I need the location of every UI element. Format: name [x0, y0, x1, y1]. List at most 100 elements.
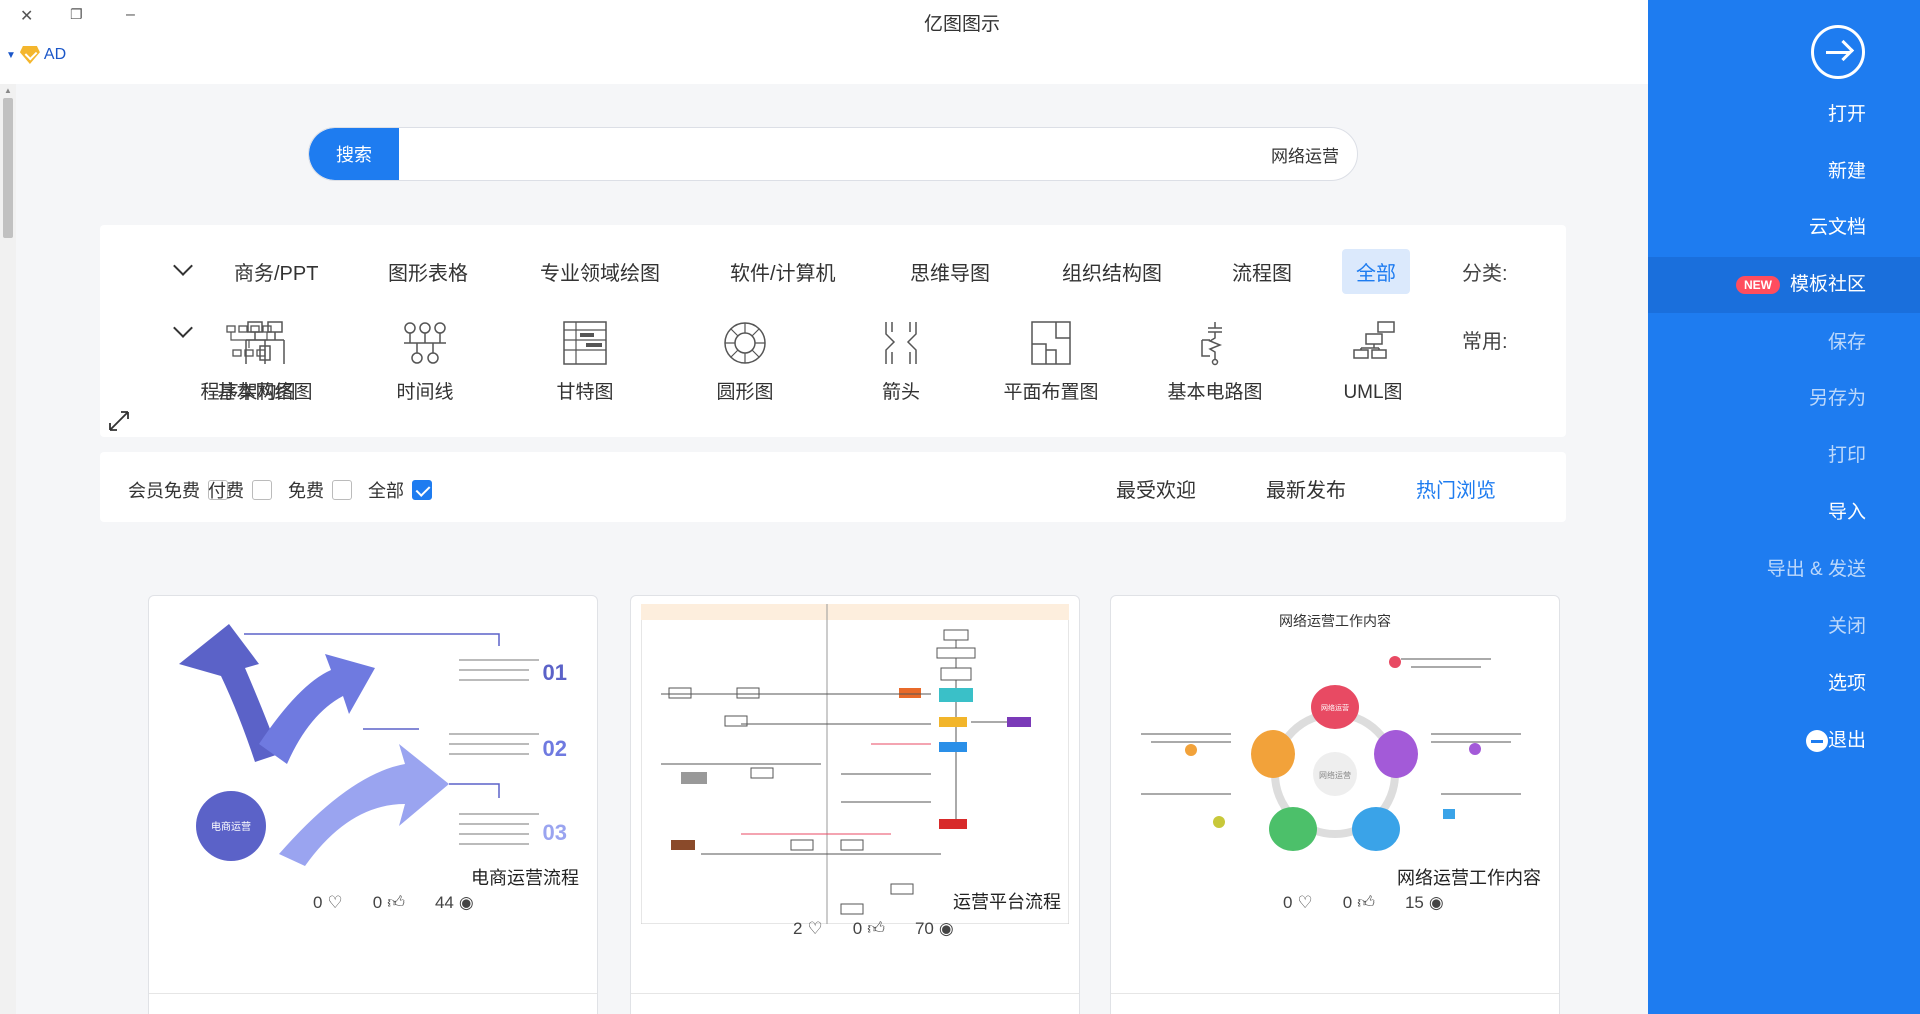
search-bar: 搜索	[308, 127, 1358, 181]
sidebar-item-close[interactable]: 关闭	[1648, 599, 1920, 655]
filter-all[interactable]: 全部	[368, 477, 432, 503]
sidebar-item-import[interactable]: 导入	[1648, 485, 1920, 541]
circuit-icon	[1201, 322, 1223, 366]
favorites-stat[interactable]: 2 ♡	[793, 918, 823, 939]
category-org-chart[interactable]: 组织结构图	[1062, 257, 1162, 286]
sort-most-popular[interactable]: 最受欢迎	[1116, 474, 1196, 503]
common-label-timeline: 时间线	[396, 382, 454, 403]
svg-text:网络运营: 网络运营	[1319, 770, 1351, 780]
common-arrow[interactable]: 箭头	[846, 320, 956, 404]
sidebar-item-options[interactable]: 选项	[1648, 656, 1920, 712]
thumb-title: 网络运营工作内容	[1279, 613, 1391, 629]
sidebar-item-open[interactable]: 打开	[1648, 87, 1920, 143]
category-expand-chevron-icon[interactable]	[173, 256, 193, 276]
expand-icon[interactable]	[108, 410, 130, 432]
sidebar-item-community-label: 模板社区	[1789, 274, 1866, 295]
vertical-scrollbar[interactable]: ▲	[0, 84, 16, 1014]
common-floor-plan[interactable]: 平面布置图	[996, 320, 1106, 404]
back-arrow-icon[interactable]	[1811, 25, 1865, 79]
views-stat: 70 ◉	[914, 918, 954, 938]
heart-icon: ♡	[807, 918, 823, 938]
category-all[interactable]: 全部	[1342, 249, 1410, 294]
account-menu[interactable]: ▼ AD	[6, 46, 66, 64]
filter-paid-checkbox[interactable]	[252, 480, 272, 500]
card-divider	[1111, 993, 1559, 994]
program-arch-icon	[226, 325, 272, 357]
common-timeline[interactable]: 时间线	[370, 320, 480, 404]
template-stats: 0 ♡ 0 👍︎ 44 ◉	[313, 892, 474, 913]
svg-text:网络运营: 网络运营	[1321, 703, 1349, 712]
category-software[interactable]: 软件/计算机	[730, 257, 836, 286]
svg-text:01: 01	[543, 660, 567, 685]
account-name: AD	[43, 46, 67, 63]
common-circle[interactable]: 圆形图	[690, 320, 800, 404]
filter-free[interactable]: 免费	[288, 477, 352, 503]
views-stat: 15 ◉	[1404, 892, 1444, 912]
search-button[interactable]: 搜索	[309, 128, 399, 180]
common-gantt[interactable]: 甘特图	[530, 320, 640, 404]
search-input[interactable]	[409, 128, 1339, 180]
common-label-arrow: 箭头	[881, 382, 920, 403]
template-card[interactable]: 电商运营 01 02 03 电商运营流程 0 ♡ 0 👍︎ 44 ◉	[148, 595, 598, 1014]
common-uml[interactable]: UML图	[1318, 320, 1428, 404]
uml-icon	[1353, 321, 1395, 359]
eye-icon: ◉	[1428, 892, 1444, 912]
sort-hot-views[interactable]: 热门浏览	[1416, 474, 1496, 503]
category-mind-map[interactable]: 思维导图	[910, 257, 990, 286]
common-label: 常用:	[1462, 331, 1508, 353]
filter-paid-label: 付费	[208, 481, 244, 501]
sort-newest[interactable]: 最新发布	[1266, 474, 1346, 503]
sidebar-item-save-as[interactable]: 另存为	[1648, 371, 1920, 427]
svg-text:电商运营: 电商运营	[211, 820, 251, 833]
close-window-button[interactable]: ✕	[20, 6, 33, 26]
sidebar-item-exit[interactable]: 退出	[1648, 713, 1920, 769]
filter-paid[interactable]: 付费	[208, 477, 272, 503]
sidebar-item-community[interactable]: NEW 模板社区	[1648, 257, 1920, 313]
svg-text:03: 03	[543, 820, 567, 845]
template-card[interactable]: 运营平台流程 2 ♡ 0 👍︎ 70 ◉	[630, 595, 1080, 1014]
favorites-stat[interactable]: 0 ♡	[313, 892, 343, 913]
likes-stat[interactable]: 0 👍︎	[373, 892, 405, 913]
scroll-up-icon[interactable]: ▲	[4, 86, 12, 95]
common-label-program-arch: 程序架构图	[200, 382, 296, 403]
likes-stat[interactable]: 0 👍︎	[1343, 892, 1375, 913]
template-stats: 0 ♡ 0 👍︎ 15 ◉	[1283, 892, 1444, 913]
sidebar-item-print[interactable]: 打印	[1648, 428, 1920, 484]
template-stats: 2 ♡ 0 👍︎ 70 ◉	[793, 918, 954, 939]
minimize-window-button[interactable]: –	[126, 6, 135, 24]
template-card[interactable]: 网络运营工作内容 网络运营 网络运营 网络运营工作内容 0 ♡ 0 👍︎ 15 ◉	[1110, 595, 1560, 1014]
app-title: 亿图图示	[924, 14, 1001, 35]
common-label-floor-plan: 平面布置图	[1003, 382, 1099, 403]
sidebar-item-cloud[interactable]: 云文档	[1648, 200, 1920, 256]
category-graphic-table[interactable]: 图形表格	[388, 257, 468, 286]
category-panel: 分类: 全部 流程图 组织结构图 思维导图 软件/计算机 专业领域绘图 图形表格…	[100, 225, 1566, 437]
sidebar-item-save[interactable]: 保存	[1648, 315, 1920, 371]
sidebar-item-export[interactable]: 导出 & 发送	[1648, 542, 1920, 598]
floor-plan-icon	[1031, 321, 1071, 365]
sidebar-item-new[interactable]: 新建	[1648, 144, 1920, 200]
favorites-stat[interactable]: 0 ♡	[1283, 892, 1313, 913]
filter-bar: 会员免费 付费 免费 全部 最受欢迎 最新发布 热门浏览	[100, 452, 1566, 522]
filter-free-checkbox[interactable]	[332, 480, 352, 500]
filter-all-checkbox[interactable]	[412, 480, 432, 500]
gantt-icon	[563, 321, 607, 365]
heart-icon: ♡	[327, 892, 343, 912]
card-divider	[149, 993, 597, 994]
common-label-gantt: 甘特图	[556, 382, 614, 403]
restore-window-button[interactable]: ❐	[70, 6, 83, 23]
common-circuit[interactable]: 基本电路图	[1160, 320, 1270, 404]
thumbs-up-icon: 👍︎	[1357, 893, 1375, 912]
thumbs-up-icon: 👍︎	[867, 919, 885, 938]
vip-gem-icon	[19, 46, 40, 64]
category-business-ppt[interactable]: 商务/PPT	[234, 257, 318, 286]
likes-stat[interactable]: 0 👍︎	[853, 918, 885, 939]
new-badge: NEW	[1735, 275, 1780, 294]
common-program-architecture[interactable]: 程序架构图	[193, 320, 303, 404]
category-flowchart[interactable]: 流程图	[1232, 257, 1292, 286]
category-professional[interactable]: 专业领域绘图	[540, 257, 660, 286]
category-label: 分类:	[1462, 263, 1508, 285]
scrollbar-thumb[interactable]	[3, 98, 13, 238]
common-expand-chevron-icon[interactable]	[173, 318, 193, 338]
common-label-circle: 圆形图	[716, 382, 774, 403]
template-name: 运营平台流程	[953, 892, 1061, 912]
